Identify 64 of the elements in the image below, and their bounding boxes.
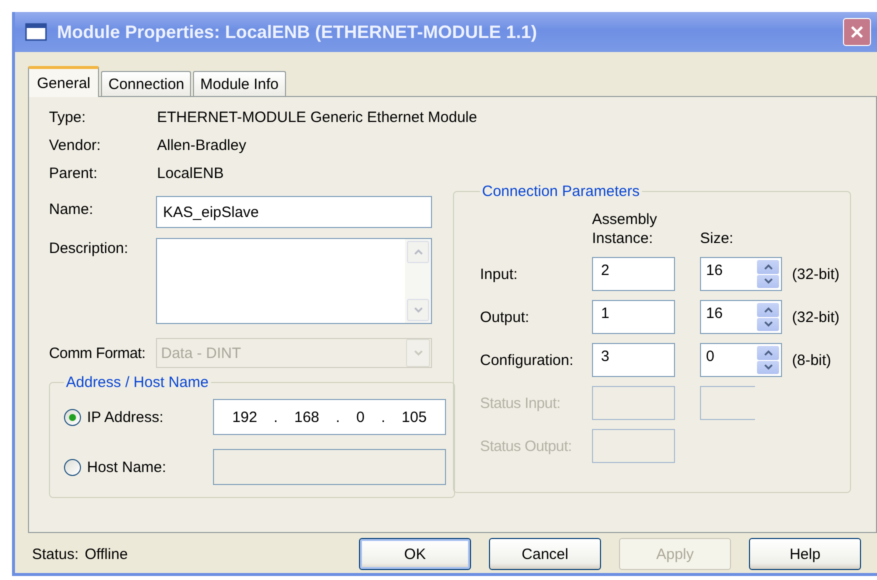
instance-field[interactable]: 1	[592, 300, 675, 334]
window-icon	[25, 23, 47, 41]
ip-address-field[interactable]: 192 . 168 . 0 . 105	[213, 399, 446, 435]
column-header: Assembly Instance:	[592, 210, 658, 248]
tab[interactable]: Module Info	[193, 71, 286, 96]
spin-up-button[interactable]	[757, 346, 779, 360]
instance-field[interactable]: 2	[592, 257, 675, 291]
window-title: Module Properties: LocalENB (ETHERNET-MODULE 1.1)	[57, 22, 538, 42]
instance-field[interactable]	[592, 429, 675, 463]
size-spinner[interactable]: 0	[700, 343, 782, 377]
chevron-down-icon	[764, 321, 772, 328]
status-label: Status:	[32, 546, 79, 562]
size-unit: (8-bit)	[792, 352, 832, 368]
group-title: Connection Parameters	[481, 183, 641, 200]
row-label: Configuration:	[480, 352, 574, 368]
spin-down-button[interactable]	[757, 360, 779, 374]
dialog-button[interactable]: Help	[749, 538, 861, 570]
row-label: Input:	[480, 266, 519, 282]
chevron-up-icon	[764, 350, 772, 356]
name-field[interactable]: KAS_eipSlave	[156, 196, 432, 228]
radio-label: Host Name:	[87, 458, 168, 476]
tab[interactable]: General	[28, 66, 100, 97]
spin-down-button[interactable]	[757, 318, 779, 331]
row-label: Status Output:	[480, 438, 573, 454]
tab[interactable]: Connection	[101, 71, 192, 96]
dialog-button[interactable]: OK	[359, 538, 471, 570]
field-value: Allen-Bradley	[157, 136, 248, 156]
group-title: Address / Host Name	[65, 374, 210, 391]
chevron-down-icon	[764, 278, 772, 284]
spin-up-button[interactable]	[757, 260, 779, 274]
chevron-up-icon	[764, 306, 772, 313]
field-label: Description:	[49, 240, 130, 257]
spin-up-button[interactable]	[757, 303, 779, 316]
instance-field[interactable]	[592, 386, 675, 420]
size-unit: (32-bit)	[792, 266, 841, 282]
field-label: Comm Format:	[49, 344, 146, 364]
chevron-down-icon	[414, 307, 422, 313]
radio-button[interactable]	[64, 408, 81, 426]
radio-label: IP Address:	[87, 408, 164, 426]
field-label: Vendor:	[49, 136, 102, 156]
row-label: Output:	[480, 308, 530, 326]
spin-down-button[interactable]	[757, 274, 779, 288]
row-label: Status Input:	[480, 394, 562, 412]
dialog-button[interactable]: Cancel	[489, 538, 601, 570]
field-value: LocalENB	[157, 164, 225, 184]
size-field[interactable]	[700, 386, 755, 420]
instance-field[interactable]: 3	[592, 343, 675, 377]
chevron-up-icon	[414, 249, 422, 255]
column-header: Size:	[700, 229, 734, 248]
chevron-up-icon	[764, 264, 772, 270]
close-icon	[850, 25, 864, 39]
field-value: ETHERNET-MODULE Generic Ethernet Module	[157, 108, 478, 128]
radio-button[interactable]	[64, 458, 81, 476]
close-button[interactable]	[843, 18, 871, 46]
field-label: Name:	[49, 201, 94, 218]
field-label: Parent:	[49, 164, 98, 184]
size-spinner[interactable]: 16	[700, 300, 782, 334]
chevron-down-icon	[414, 350, 422, 356]
status-value: Offline	[84, 546, 128, 562]
size-unit: (32-bit)	[792, 308, 841, 326]
size-spinner[interactable]: 16	[700, 257, 782, 291]
field-label: Type:	[49, 108, 87, 128]
host-name-field[interactable]	[213, 449, 446, 485]
chevron-down-icon	[764, 364, 772, 370]
